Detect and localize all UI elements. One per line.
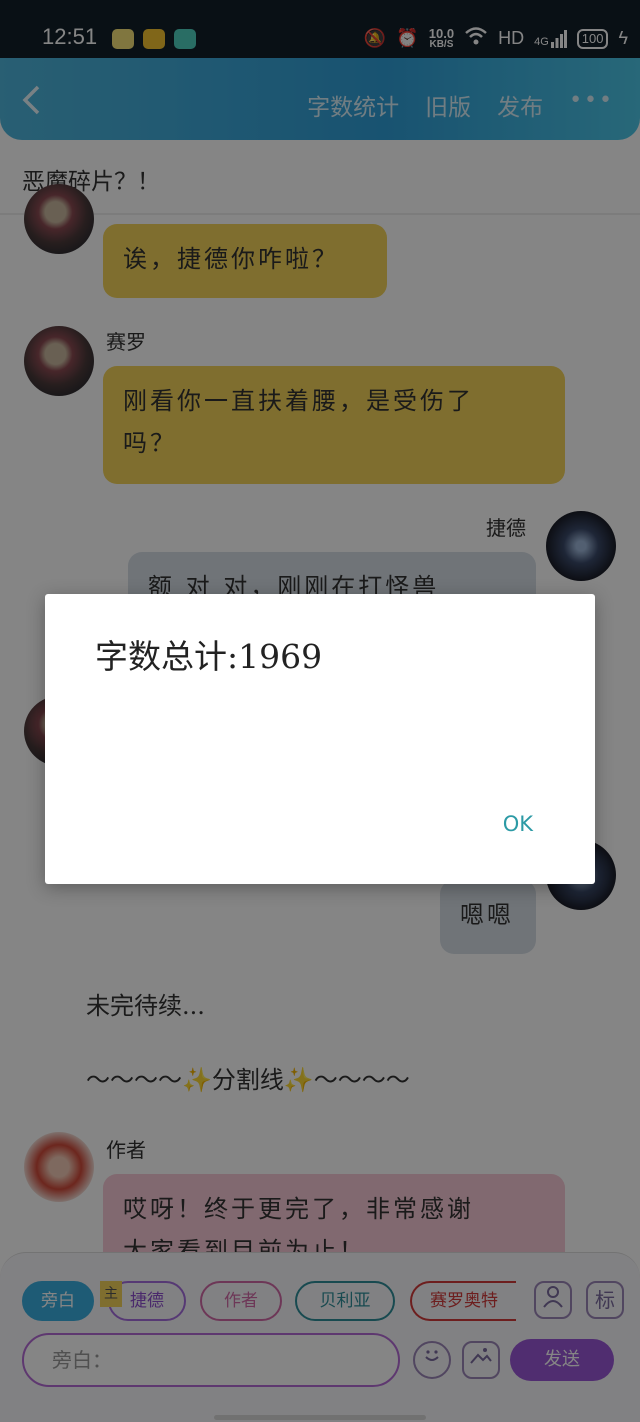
- word-count-dialog: 字数总计:1969 OK: [45, 594, 595, 884]
- dialog-message: 字数总计:1969: [95, 637, 323, 676]
- ok-button[interactable]: OK: [503, 812, 533, 836]
